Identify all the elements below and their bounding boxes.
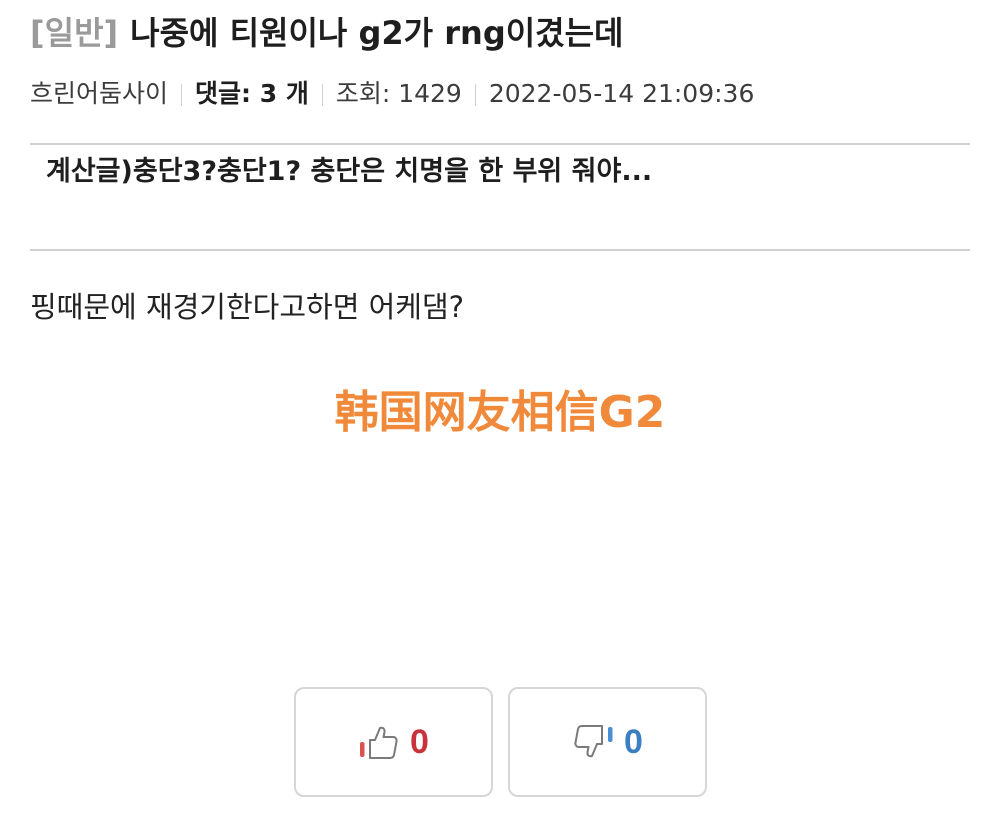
post-category: [일반]: [30, 14, 119, 52]
comment-count[interactable]: 댓글: 3 개: [195, 79, 309, 108]
meta-divider: [181, 84, 183, 106]
upvote-count: 0: [410, 723, 429, 761]
thumbs-down-icon: [572, 722, 618, 762]
post-author[interactable]: 흐린어둠사이: [30, 79, 168, 108]
downvote-count: 0: [624, 723, 643, 761]
related-post-link[interactable]: 계산글)충단3?충단1? 충단은 치명을 한 부위 줘야...: [46, 150, 652, 194]
post-body-text: 핑때문에 재경기한다고하면 어케댐?: [30, 290, 465, 324]
post-title: [일반] 나중에 티원이나 g2가 rng이겼는데: [30, 10, 623, 56]
post-title-text: 나중에 티원이나 g2가 rng이겼는데: [130, 14, 624, 52]
image-caption: 韩国网友相信G2: [334, 387, 666, 438]
upvote-button[interactable]: 0: [294, 687, 493, 797]
divider-bottom: [30, 249, 970, 251]
view-count: 조회: 1429: [335, 79, 462, 108]
meta-divider: [474, 84, 476, 106]
post-datetime: 2022-05-14 21:09:36: [488, 79, 755, 108]
post-meta: 흐린어둠사이 댓글: 3 개 조회: 1429 2022-05-14 21:09:36: [30, 74, 754, 114]
downvote-button[interactable]: 0: [508, 687, 707, 797]
divider-top: [30, 143, 970, 145]
thumbs-up-icon: [358, 722, 404, 762]
meta-divider: [321, 84, 323, 106]
